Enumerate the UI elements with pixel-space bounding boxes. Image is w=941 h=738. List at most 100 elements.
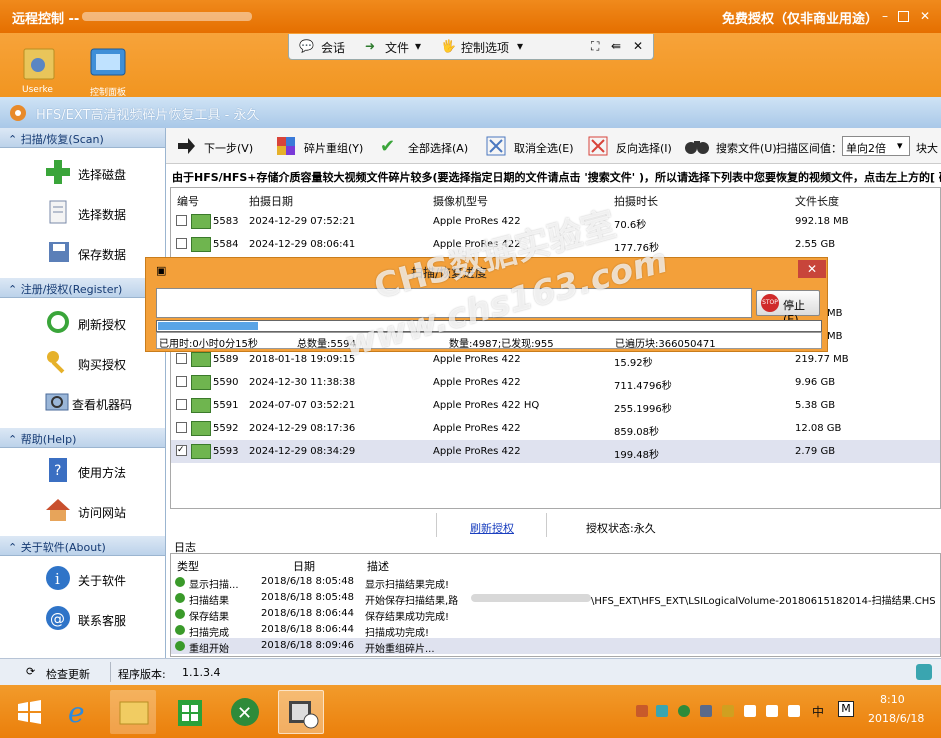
chat-button[interactable]: 会话 bbox=[321, 39, 345, 56]
update-icon[interactable]: ⟳ bbox=[26, 665, 35, 678]
log-row[interactable]: 扫描完成 2018/6/18 8:06:44 扫描成功完成! bbox=[171, 622, 940, 639]
log-row[interactable]: 保存结果 2018/6/18 8:06:44 保存结果成功完成! bbox=[171, 606, 940, 623]
tray-icon[interactable] bbox=[700, 705, 712, 717]
video-file-icon bbox=[191, 375, 211, 390]
chevron-down-icon[interactable]: ▾ bbox=[517, 39, 523, 53]
log-row[interactable]: 扫描结果 2018/6/18 8:05:48 开始保存扫描结果,路 \HFS_EXT\… bbox=[171, 590, 940, 607]
sidebar-item-machine-code[interactable]: 查看机器码 bbox=[40, 388, 162, 418]
file-icon[interactable]: ➜ bbox=[365, 39, 375, 53]
control-panel-icon[interactable] bbox=[88, 43, 128, 87]
explorer-icon[interactable] bbox=[110, 690, 156, 734]
log-title: 日志 bbox=[174, 541, 196, 554]
battery-icon[interactable] bbox=[788, 705, 800, 717]
volume-icon[interactable] bbox=[744, 705, 756, 717]
ime-mode[interactable]: M bbox=[838, 701, 854, 717]
store-icon[interactable] bbox=[166, 690, 212, 734]
log-type: 显示扫描... bbox=[189, 580, 239, 591]
log-row[interactable]: 重组开始 2018/6/18 8:09:46 开始重组碎片... bbox=[171, 638, 940, 655]
col-header-duration[interactable]: 拍摄时长 bbox=[614, 188, 658, 210]
binoculars-icon bbox=[684, 136, 710, 156]
cell-size: 9.96 GB bbox=[795, 377, 836, 388]
fullscreen-icon[interactable]: ⛶ bbox=[591, 39, 599, 54]
tray-icon[interactable] bbox=[636, 705, 648, 717]
clock-date[interactable]: 2018/6/18 bbox=[868, 712, 924, 725]
dialog-close-button[interactable]: ✕ bbox=[798, 260, 826, 278]
minimize-icon[interactable]: – bbox=[878, 9, 892, 23]
chat-icon[interactable]: 💬 bbox=[299, 39, 314, 53]
section-register[interactable]: ⌃ 注册/授权(Register) bbox=[0, 278, 165, 298]
clock-time[interactable]: 8:10 bbox=[880, 693, 905, 706]
network-icon[interactable] bbox=[766, 705, 778, 717]
sidebar-item-refresh-license[interactable]: 刷新授权 bbox=[40, 308, 162, 338]
ime-indicator[interactable]: 中 bbox=[812, 703, 824, 720]
sidebar-item-about[interactable]: i 关于软件 bbox=[40, 564, 162, 594]
cell-dur: 70.6秒 bbox=[614, 220, 647, 231]
divider bbox=[546, 513, 547, 537]
row-checkbox[interactable] bbox=[176, 422, 187, 433]
file-menu[interactable]: 文件 bbox=[385, 39, 409, 56]
table-row[interactable]: ✓ 5593 2024-12-29 08:34:29 Apple ProRes 422… bbox=[171, 440, 940, 463]
video-recovery-app-icon[interactable] bbox=[278, 690, 324, 734]
sidebar-item-label: 使用方法 bbox=[78, 466, 127, 480]
row-checkbox[interactable] bbox=[176, 215, 187, 226]
control-options-menu[interactable]: 控制选项 bbox=[461, 39, 509, 56]
chevron-down-icon[interactable]: ▾ bbox=[415, 39, 421, 53]
user-folder-icon[interactable] bbox=[20, 43, 60, 87]
sidebar-item-contact[interactable]: @ 联系客服 bbox=[40, 604, 162, 634]
stop-button[interactable]: STOP 停止(E) bbox=[756, 290, 820, 326]
table-row[interactable]: 5590 2024-12-30 11:38:38 Apple ProRes 422 7… bbox=[171, 371, 940, 394]
sidebar-item-buy-license[interactable]: 购买授权 bbox=[40, 348, 162, 378]
remote-toolbar: 💬 会话 ➜ 文件 ▾ 🖐 控制选项 ▾ ⛶ ⇚ ✕ bbox=[288, 34, 654, 60]
table-row[interactable]: 5592 2024-12-29 08:17:36 Apple ProRes 422 8… bbox=[171, 417, 940, 440]
log-date: 2018/6/18 8:05:48 bbox=[261, 592, 355, 603]
sidebar-item-select-data[interactable]: 选择数据 bbox=[40, 198, 162, 228]
cell-id: 5592 bbox=[213, 423, 239, 434]
threshold-select[interactable]: 单向2倍 ▾ bbox=[842, 136, 910, 156]
table-row[interactable]: 5591 2024-07-07 03:52:21 Apple ProRes 422 … bbox=[171, 394, 940, 417]
log-desc: 显示扫描结果完成! bbox=[365, 580, 450, 591]
sidebar-item-select-disk[interactable]: 选择磁盘 bbox=[40, 158, 162, 188]
sidebar-item-usage[interactable]: ? 使用方法 bbox=[40, 456, 162, 486]
tray-icon[interactable] bbox=[678, 705, 690, 717]
tray-app-icon[interactable] bbox=[916, 664, 932, 680]
tray-icon[interactable] bbox=[656, 705, 668, 717]
cell-id: 5593 bbox=[213, 446, 239, 457]
col-header-date[interactable]: 拍摄日期 bbox=[249, 188, 293, 210]
col-header-id[interactable]: 编号 bbox=[177, 188, 199, 210]
svg-text:e: e bbox=[68, 696, 85, 729]
sidebar-item-label: 访问网站 bbox=[78, 506, 127, 520]
tray-icon[interactable] bbox=[722, 705, 734, 717]
cell-id: 5590 bbox=[213, 377, 239, 388]
maximize-icon[interactable] bbox=[898, 11, 909, 22]
row-checkbox[interactable]: ✓ bbox=[176, 445, 187, 456]
ie-icon[interactable]: e bbox=[56, 690, 102, 734]
col-header-model[interactable]: 摄像机型号 bbox=[433, 188, 488, 210]
row-checkbox[interactable] bbox=[176, 238, 187, 249]
main-toolbar: 下一步(V) 碎片重组(Y) ✔ 全部选择(A) 取消全选(E) 反向选择(I)… bbox=[166, 128, 941, 164]
sidebar-item-save-data[interactable]: 保存数据 bbox=[40, 238, 162, 268]
log-type: 扫描结果 bbox=[189, 596, 229, 607]
pin-icon[interactable]: ⇚ bbox=[611, 39, 621, 53]
row-checkbox[interactable] bbox=[176, 399, 187, 410]
control-icon[interactable]: 🖐 bbox=[441, 39, 456, 53]
cell-size: 2.55 GB bbox=[795, 239, 836, 250]
progress-fill bbox=[158, 322, 258, 330]
row-checkbox[interactable] bbox=[176, 376, 187, 387]
remote-app-icon[interactable]: ✕ bbox=[222, 690, 268, 734]
col-header-size[interactable]: 文件长度 bbox=[795, 188, 839, 210]
hidden-size-2: MB bbox=[827, 331, 843, 342]
close-icon[interactable]: ✕ bbox=[918, 9, 932, 23]
log-row[interactable]: 显示扫描... 2018/6/18 8:05:48 显示扫描结果完成! bbox=[171, 574, 940, 591]
sidebar-item-website[interactable]: 访问网站 bbox=[40, 496, 162, 526]
cell-model: Apple ProRes 422 bbox=[433, 446, 521, 457]
refresh-license-link[interactable]: 刷新授权 bbox=[470, 520, 514, 536]
close-toolbar-icon[interactable]: ✕ bbox=[633, 39, 643, 53]
row-checkbox[interactable] bbox=[176, 353, 187, 364]
section-help[interactable]: ⌃ 帮助(Help) bbox=[0, 428, 165, 448]
start-windows-icon[interactable] bbox=[6, 690, 52, 734]
section-scan[interactable]: ⌃ 扫描/恢复(Scan) bbox=[0, 128, 165, 148]
check-update-button[interactable]: 检查更新 bbox=[46, 666, 90, 682]
cell-size: 5.38 GB bbox=[795, 400, 836, 411]
remote-title: 远程控制 -- bbox=[12, 12, 80, 27]
section-about[interactable]: ⌃ 关于软件(About) bbox=[0, 536, 165, 556]
